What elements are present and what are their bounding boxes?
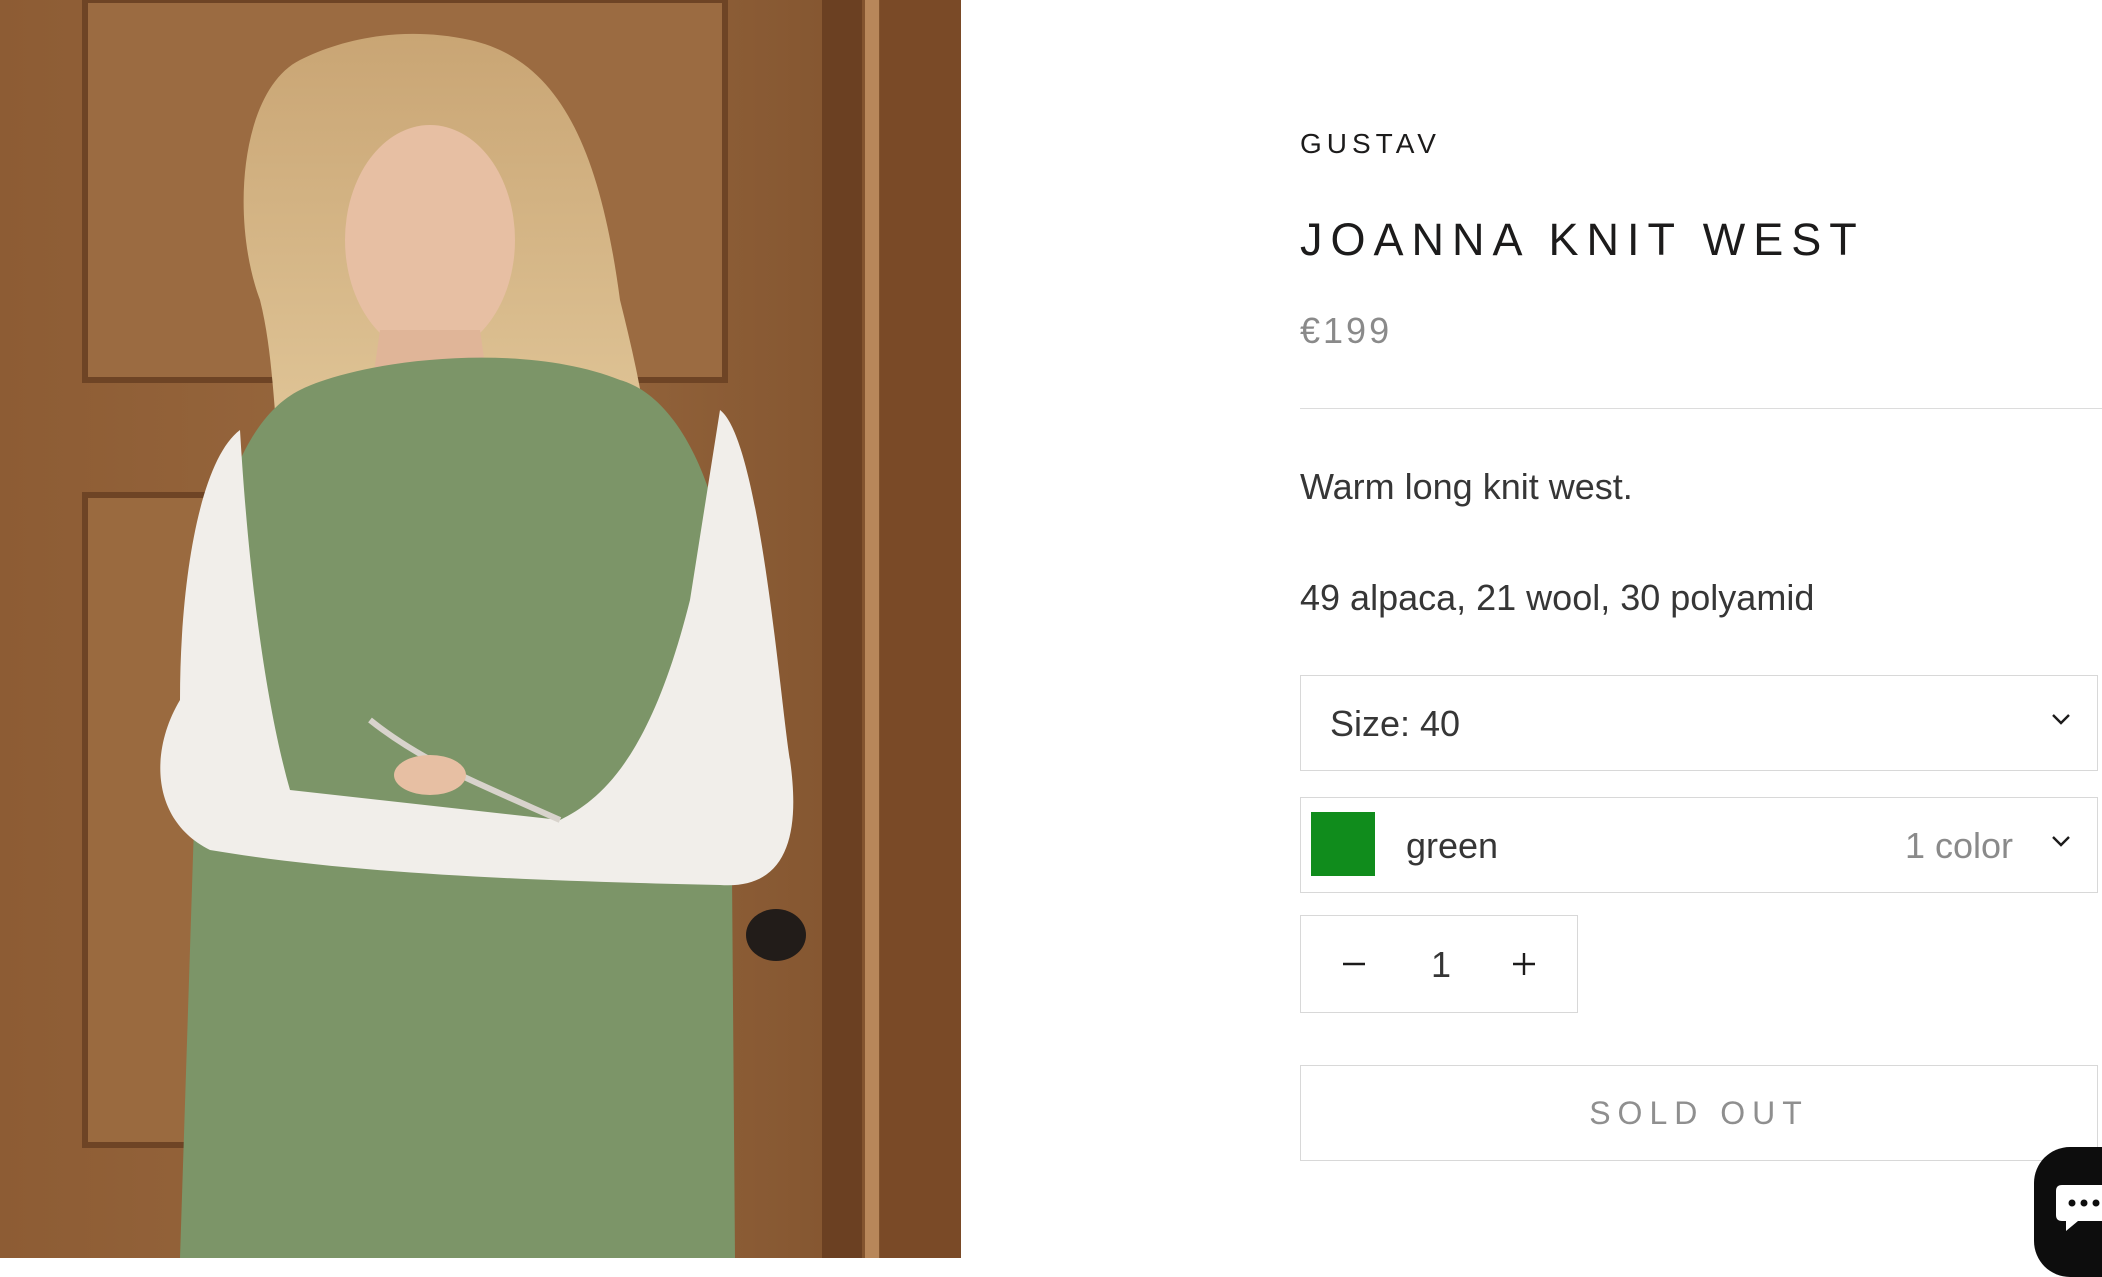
- quantity-increase-button[interactable]: [1479, 916, 1569, 1012]
- color-select-label: green: [1406, 825, 1499, 866]
- color-swatch: [1311, 812, 1375, 876]
- product-price: €199: [1300, 310, 1393, 351]
- sold-out-button[interactable]: SOLD OUT: [1300, 1065, 2098, 1161]
- product-vendor[interactable]: GUSTAV: [1300, 128, 1441, 160]
- chevron-down-icon: [2051, 834, 2071, 853]
- product-title: JOANNA KNIT WEST: [1300, 214, 1865, 265]
- plus-icon: [1513, 953, 1535, 975]
- divider: [1300, 408, 2102, 409]
- quantity-stepper: [1300, 915, 1578, 1014]
- chat-icon: [2056, 1185, 2102, 1231]
- product-info-panel: GUSTAV JOANNA KNIT WEST €199 Warm long k…: [1300, 0, 2102, 1258]
- color-select[interactable]: green 1 color: [1300, 797, 2098, 893]
- chevron-down-icon: [2051, 712, 2071, 731]
- size-select-label: Size: 40: [1330, 703, 1461, 744]
- quantity-decrease-button[interactable]: [1309, 916, 1399, 1012]
- product-image[interactable]: [0, 0, 961, 1258]
- product-photo-illustration: [0, 0, 961, 1258]
- minus-icon: [1343, 962, 1365, 966]
- color-count: 1 color: [1904, 825, 2013, 866]
- quantity-input[interactable]: [1391, 916, 1491, 1014]
- size-select[interactable]: Size: 40: [1300, 675, 2098, 771]
- product-material: 49 alpaca, 21 wool, 30 polyamid: [1300, 577, 1815, 618]
- product-description: Warm long knit west.: [1300, 466, 1633, 507]
